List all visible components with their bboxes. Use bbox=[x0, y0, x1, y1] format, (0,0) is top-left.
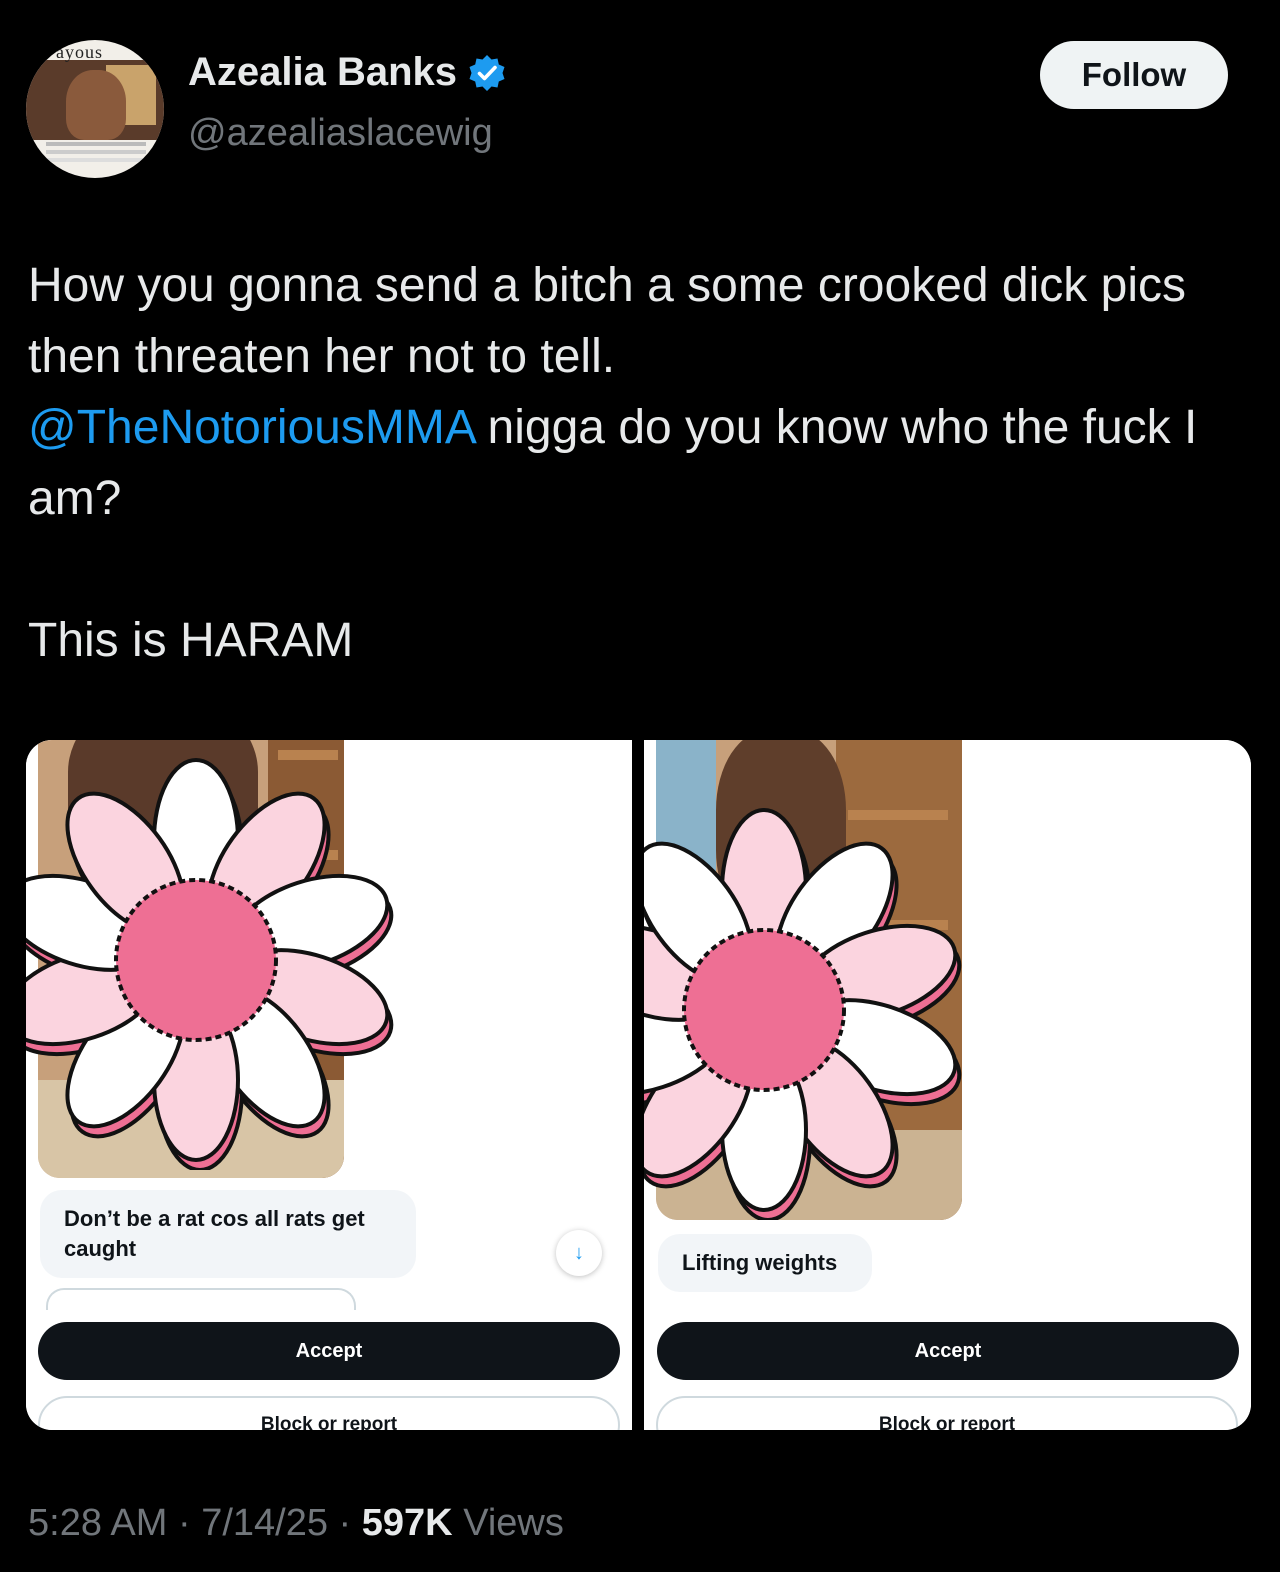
tweet-metadata: 5:28 AM · 7/14/25 · 597K Views bbox=[28, 1502, 564, 1544]
message-bubble: Don’t be a rat cos all rats get caught bbox=[40, 1190, 416, 1278]
author-name-text[interactable]: Azealia Banks bbox=[188, 50, 457, 95]
tweet-text: How you gonna send a bitch a some crooke… bbox=[28, 250, 1248, 534]
tweet-line-3: This is HARAM bbox=[28, 614, 354, 667]
flower-sticker-icon bbox=[644, 808, 962, 1220]
views-label: Views bbox=[463, 1502, 564, 1544]
arrow-down-icon[interactable]: ↓ bbox=[556, 1230, 602, 1276]
author-name[interactable]: Azealia Banks bbox=[188, 50, 507, 95]
message-bubble: Lifting weights bbox=[658, 1234, 872, 1292]
tweet-time[interactable]: 5:28 AM bbox=[28, 1502, 167, 1544]
block-or-report-button[interactable]: Block or report bbox=[656, 1396, 1238, 1430]
accept-button[interactable]: Accept bbox=[38, 1322, 620, 1380]
media-divider bbox=[632, 740, 644, 1430]
flower-sticker-icon bbox=[26, 758, 394, 1170]
accept-button[interactable]: Accept bbox=[657, 1322, 1239, 1380]
author-handle[interactable]: @azealiaslacewig bbox=[188, 112, 493, 155]
follow-button[interactable]: Follow bbox=[1040, 41, 1228, 109]
block-or-report-button[interactable]: Block or report bbox=[38, 1396, 620, 1430]
media-image-right[interactable]: Lifting weights Accept Block or report bbox=[644, 740, 1251, 1430]
tweet-media[interactable]: Don’t be a rat cos all rats get caught ↓… bbox=[26, 740, 1251, 1430]
mention-link[interactable]: @TheNotoriousMMA bbox=[28, 401, 474, 454]
media-image-left[interactable]: Don’t be a rat cos all rats get caught ↓… bbox=[26, 740, 632, 1430]
reply-input-edge bbox=[46, 1288, 356, 1310]
avatar-caption: ayous bbox=[56, 42, 103, 62]
tweet-date[interactable]: 7/14/25 bbox=[201, 1502, 328, 1544]
tweet-line-1: How you gonna send a bitch a some crooke… bbox=[28, 259, 1186, 383]
avatar[interactable]: ayous bbox=[26, 40, 164, 178]
views-count: 597K bbox=[361, 1502, 453, 1544]
verified-badge-icon bbox=[469, 54, 505, 91]
